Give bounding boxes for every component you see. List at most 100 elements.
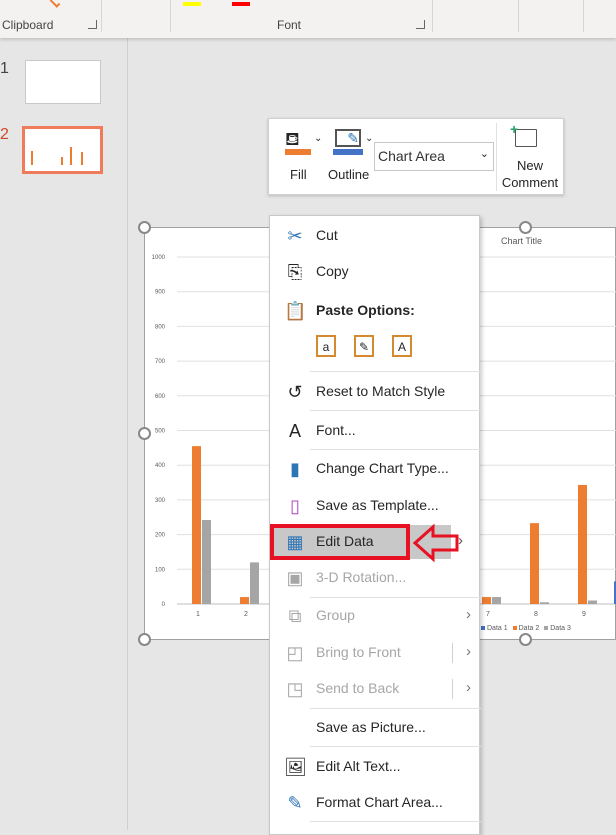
legend-swatch [544,626,549,630]
y-tick-label: 700 [155,359,166,365]
outline-label[interactable]: Outline [328,167,369,182]
slide-number: 2 [0,126,9,143]
menu-separator [310,708,481,709]
y-tick-label: 400 [155,463,166,469]
chevron-down-icon[interactable]: ⌄ [365,133,373,144]
legend-swatch [481,626,485,630]
legend-entry[interactable]: Data 3 [544,625,571,632]
alt-text-icon: 🖼 [284,757,307,777]
y-tick-label: 900 [155,290,166,296]
menu-item-copy[interactable]: ⎘ Copy [270,255,481,289]
paste-options-row: a ✎ A [316,335,436,361]
slide-thumbnail-2[interactable] [22,126,103,174]
group-icon: ⧉ [288,606,302,626]
resize-handle[interactable] [138,633,151,646]
font-color-icon[interactable] [232,2,250,6]
3d-rotation-icon: ▣ [286,568,304,588]
x-tick-label: 8 [534,611,538,618]
fill-color-swatch[interactable] [285,149,311,155]
menu-item-reset-to-match-style[interactable]: ↺ Reset to Match Style [270,375,481,409]
chevron-right-icon: › [466,606,471,623]
bar-data-2 [240,597,249,604]
chevron-right-icon: › [466,679,471,696]
menu-separator [310,371,481,372]
new-comment-button[interactable]: New Comment [499,157,561,191]
outline-color-swatch[interactable] [333,149,363,155]
bar-data-2 [530,523,539,604]
menu-separator [310,410,481,411]
legend-entry[interactable]: Data 2 [512,625,539,632]
menu-item-format-chart-area[interactable]: ✎ Format Chart Area... [270,786,481,820]
resize-handle[interactable] [519,221,532,234]
reset-icon: ↺ [287,382,303,402]
x-tick-label: 2 [244,611,248,618]
font-launcher-icon[interactable] [416,20,425,29]
menu-item-save-as-template[interactable]: ▯ Save as Template... [270,489,481,523]
menu-item-cut[interactable]: ✂ Cut [270,219,481,253]
menu-separator [310,597,481,598]
resize-handle[interactable] [138,221,151,234]
slide-thumbnails-pane: 1 2 [0,38,128,830]
menu-item-bring-to-front[interactable]: ◰ Bring to Front › [270,636,481,670]
font-icon: A [288,421,301,441]
bar-data-3 [202,520,211,604]
menu-item-font[interactable]: A Font... [270,414,481,448]
y-tick-label: 600 [155,394,166,400]
menu-item-paste-options[interactable]: 📋 Paste Options: [270,294,481,328]
chart-element-select[interactable]: Chart Area ⌄ [374,142,494,171]
bar-data-3 [492,597,501,604]
menu-item-save-as-picture[interactable]: Save as Picture... [270,711,481,745]
paste-icon: 📋 [284,301,307,321]
slide-number: 1 [0,60,9,77]
y-tick-label: 500 [155,429,166,435]
menu-item-change-chart-type[interactable]: ▮ Change Chart Type... [270,452,481,486]
menu-item-send-to-back[interactable]: ◳ Send to Back › [270,672,481,706]
bar-data-2 [192,446,201,604]
format-painter-icon[interactable] [49,0,61,8]
menu-item-edit-alt-text[interactable]: 🖼 Edit Alt Text... [270,750,481,784]
outline-pen-icon[interactable]: ✎ [335,129,361,147]
y-tick-label: 200 [155,533,166,539]
menu-item-group[interactable]: ⧉ Group › [270,599,481,633]
red-arrow-annotation [412,523,459,563]
bring-front-icon: ◰ [286,643,304,663]
y-tick-label: 1000 [152,255,166,261]
legend-entry[interactable]: Data 1 [481,625,508,632]
menu-item-3-d-rotation[interactable]: ▣ 3-D Rotation... [270,561,481,595]
fill-bucket-icon[interactable]: ⛾ [285,129,307,149]
bar-data-3 [588,600,597,604]
x-tick-label: 1 [196,611,200,618]
chevron-down-icon: ⌄ [479,148,489,160]
resize-handle[interactable] [138,427,151,440]
highlight-color-icon[interactable] [183,2,201,6]
menu-separator [310,821,481,822]
chart-title[interactable]: Chart Title [501,236,542,246]
clipboard-launcher-icon[interactable] [88,20,97,29]
chevron-down-icon[interactable]: ⌄ [314,133,322,144]
ribbon-group-clipboard: Clipboard [2,18,54,32]
new-comment-icon[interactable]: + [510,121,537,147]
menu-separator [310,449,481,450]
paste-keep-source-icon[interactable]: a [316,335,336,357]
ribbon: Clipboard Font [0,0,616,38]
legend-swatch [512,626,517,630]
resize-handle[interactable] [519,633,532,646]
paste-merge-format-icon[interactable]: ✎ [354,335,374,357]
chevron-right-icon: › [466,643,471,660]
chart-legend[interactable]: Data 1 Data 2 Data 3 [481,625,576,632]
paste-text-only-icon[interactable]: A [392,335,412,357]
fill-label[interactable]: Fill [290,167,307,182]
y-tick-label: 0 [162,602,166,608]
slide-thumbnail-1[interactable] [25,60,101,104]
y-tick-label: 800 [155,324,166,330]
scissors-icon: ✂ [287,226,303,246]
bar-data-2 [482,597,491,604]
y-tick-label: 100 [155,567,166,573]
mini-toolbar: ⛾ ⌄ Fill ✎ ⌄ Outline Chart Area ⌄ + New … [268,118,564,195]
y-tick-label: 300 [155,498,166,504]
ribbon-group-font: Font [277,18,302,32]
x-tick-label: 7 [486,611,490,618]
send-back-icon: ◳ [286,679,304,699]
x-tick-label: 9 [582,611,586,618]
format-icon: ✎ [287,793,303,813]
